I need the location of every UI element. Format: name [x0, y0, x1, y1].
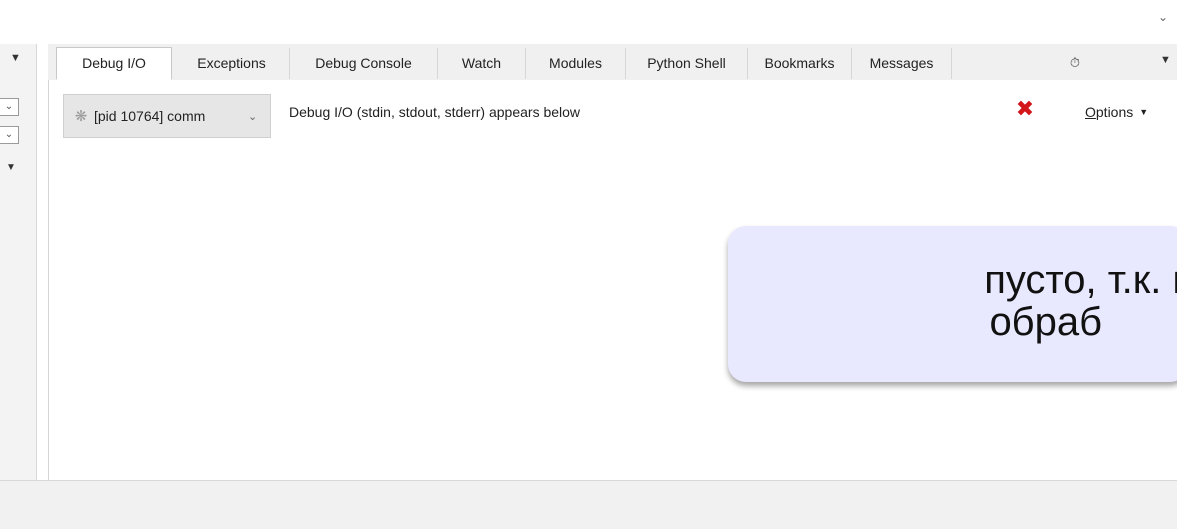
collapse-chevron-icon[interactable]: ⌄: [0, 98, 19, 116]
tab-bookmarks[interactable]: Bookmarks: [748, 48, 852, 79]
status-strip: [0, 480, 1177, 529]
tab-watch[interactable]: Watch: [438, 48, 526, 79]
close-icon[interactable]: ✖: [1014, 98, 1036, 120]
dropdown-arrow-icon[interactable]: ▼: [10, 52, 21, 64]
chevron-down-icon[interactable]: ⌄: [1152, 6, 1174, 28]
callout-line-1: пусто, т.к. к: [984, 258, 1177, 302]
dropdown-arrow-icon[interactable]: ▼: [6, 162, 16, 173]
left-tool-gutter: ▼ ⌄ ⌄ ▼: [0, 44, 37, 480]
tool-tab-bar: Debug I/O Exceptions Debug Console Watch…: [48, 44, 1177, 81]
callout-line-2: обраб: [989, 300, 1102, 344]
dropdown-arrow-icon: ▼: [1139, 107, 1149, 117]
tab-debug-io[interactable]: Debug I/O: [56, 47, 172, 80]
tab-overflow-arrow-icon[interactable]: ▼: [1160, 54, 1171, 66]
tab-messages[interactable]: Messages: [852, 48, 952, 79]
tab-exceptions[interactable]: Exceptions: [174, 48, 290, 79]
chevron-down-icon: ⌄: [248, 110, 258, 123]
tab-modules[interactable]: Modules: [526, 48, 626, 79]
options-mnemonic: O: [1085, 104, 1096, 120]
collapse-chevron-icon[interactable]: ⌄: [0, 126, 19, 144]
process-select-value: [pid 10764] comm: [94, 108, 206, 124]
tab-python-shell[interactable]: Python Shell: [626, 48, 748, 79]
bug-icon: ❋: [74, 108, 88, 125]
stopwatch-icon[interactable]: ⏱: [1066, 54, 1084, 72]
top-strip: [0, 0, 1177, 44]
tab-debug-console[interactable]: Debug Console: [290, 48, 438, 79]
process-select[interactable]: ❋ [pid 10764] comm ⌄: [63, 94, 271, 138]
annotation-callout: пусто, т.к. к обраб: [728, 226, 1177, 382]
options-menu-button[interactable]: Options ▼: [1085, 104, 1148, 120]
io-description: Debug I/O (stdin, stdout, stderr) appear…: [289, 104, 581, 120]
options-label: ptions: [1095, 104, 1134, 120]
